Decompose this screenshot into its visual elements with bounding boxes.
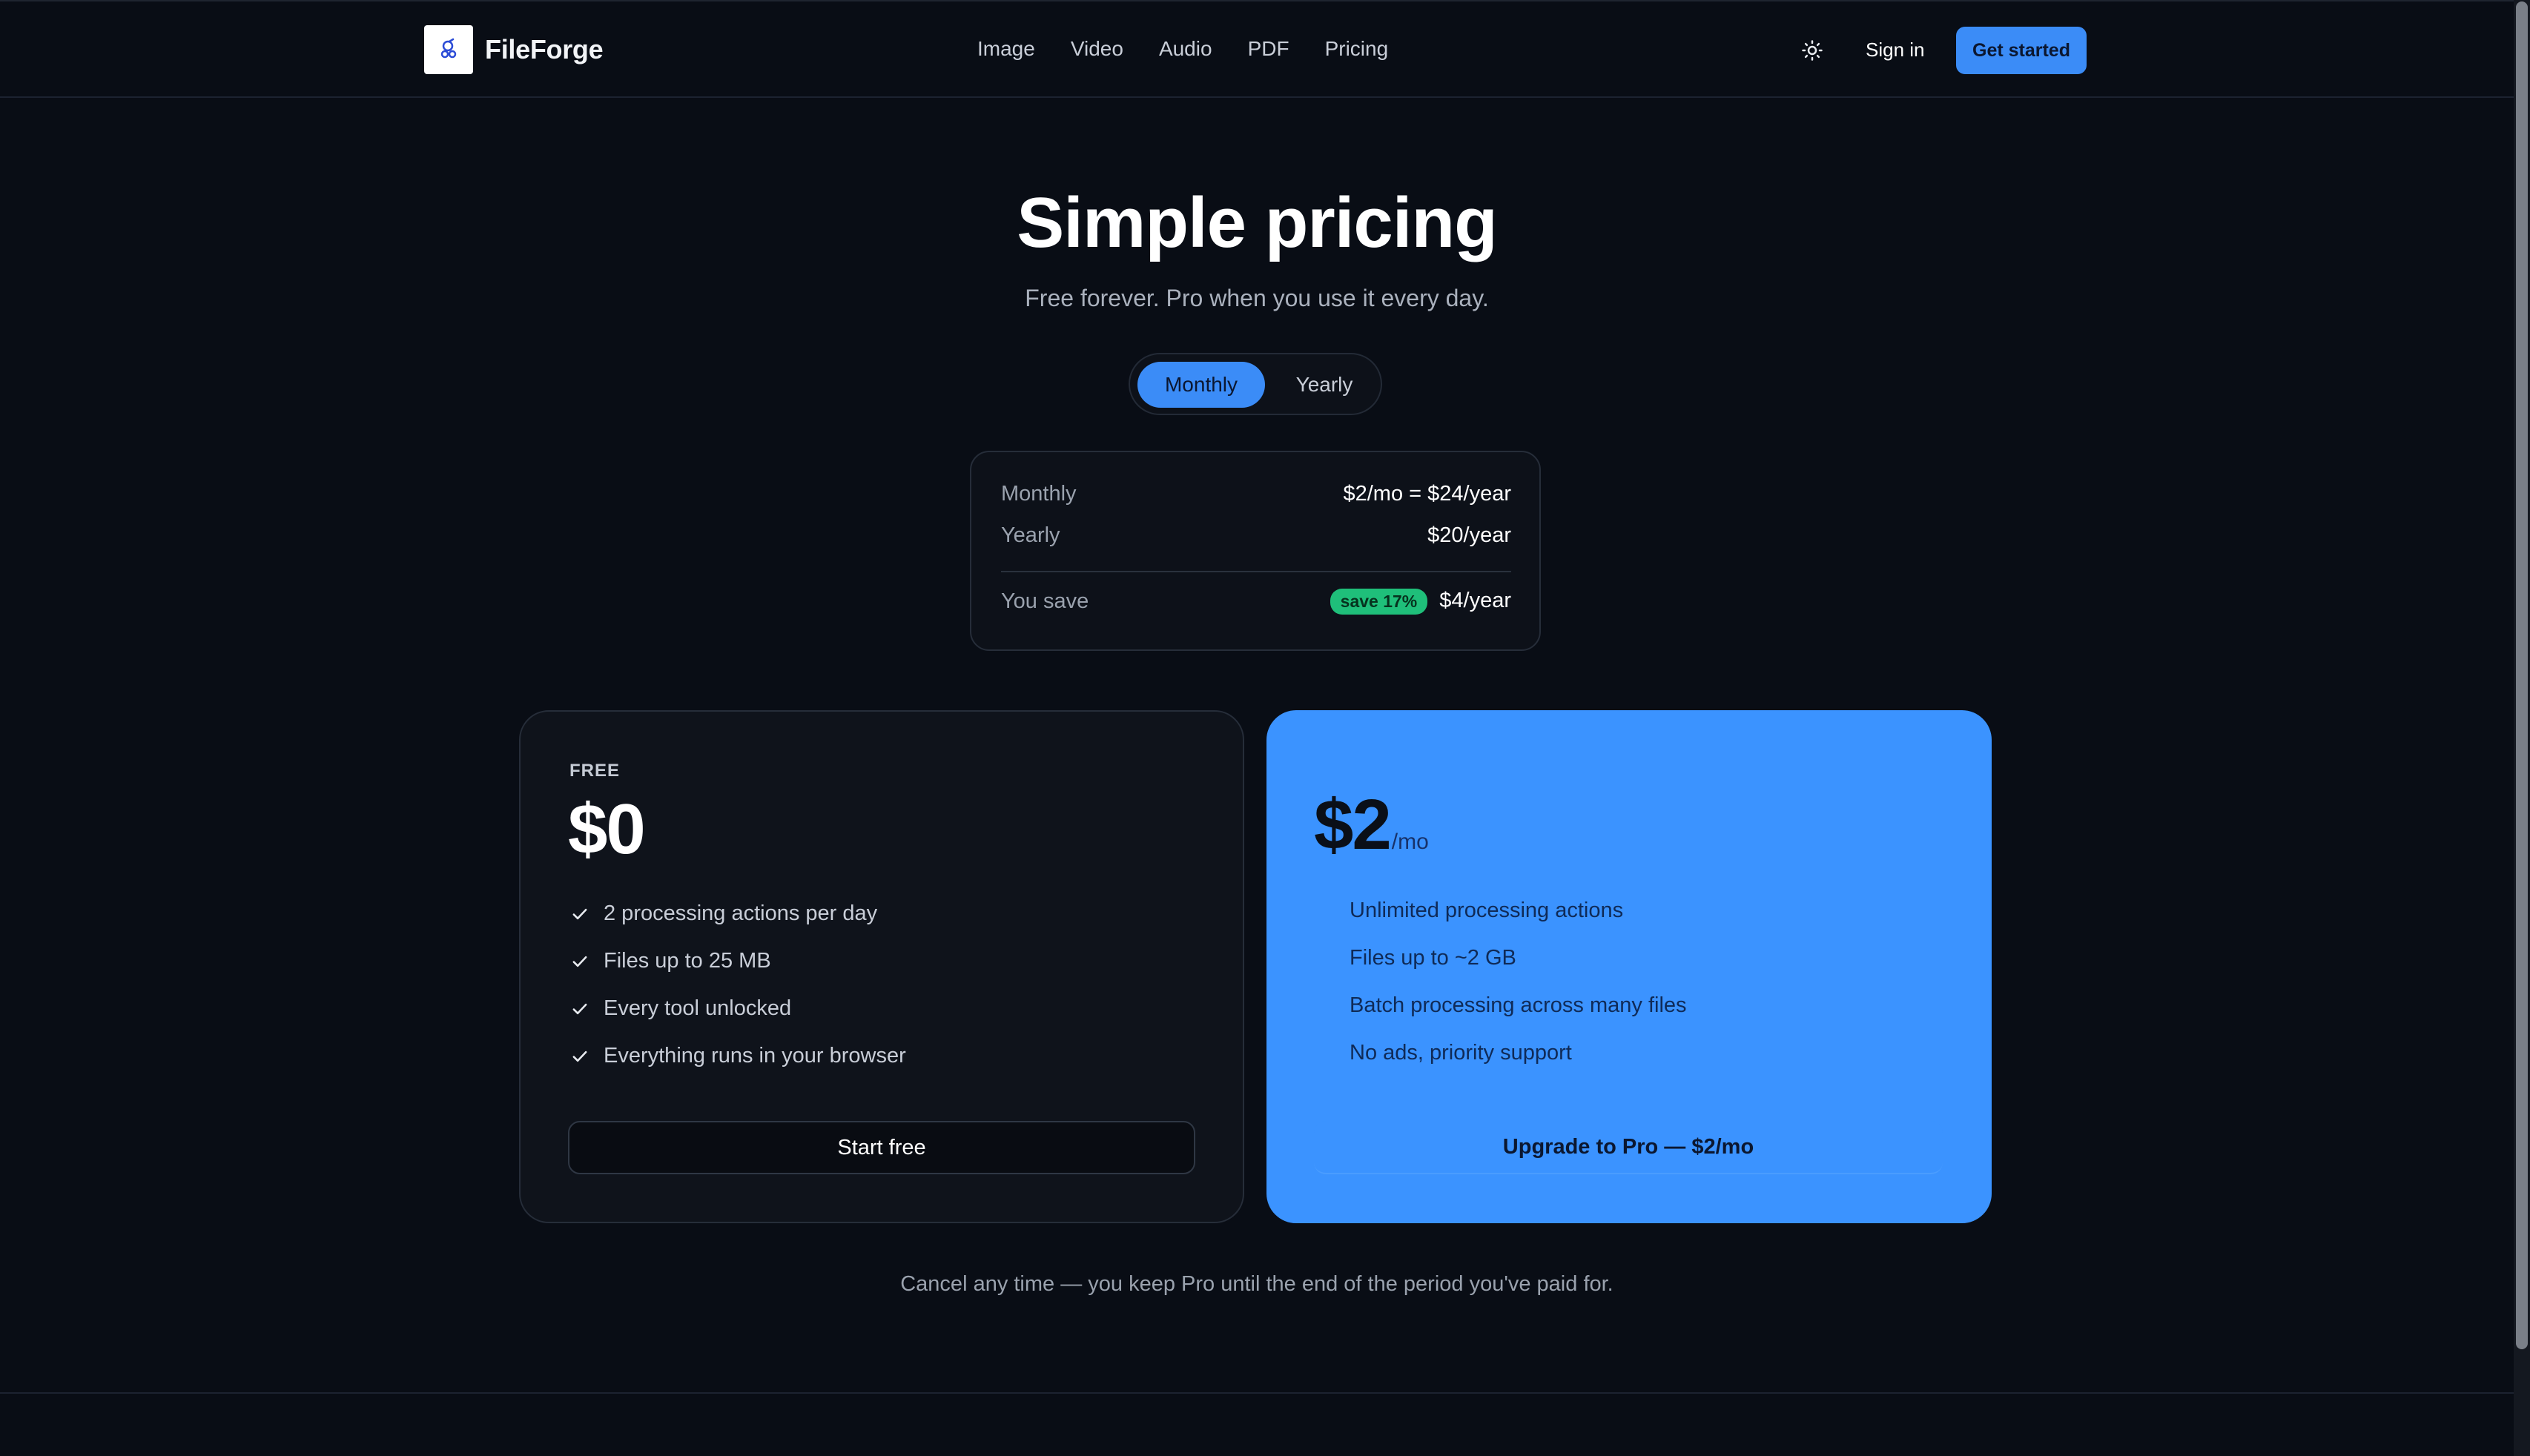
- plan-card-free: FREE $0 2 processing actions per day Fil…: [519, 710, 1244, 1223]
- plan-feature-text: Files up to 25 MB: [604, 949, 771, 973]
- price-comparison-box: Monthly $2/mo = $24/year Yearly $20/year…: [970, 451, 1541, 651]
- footer-divider: [0, 1392, 2514, 1394]
- comparison-label: Yearly: [1001, 523, 1060, 547]
- cancel-note: Cancel any time — you keep Pro until the…: [900, 1272, 1614, 1296]
- plan-feature-text: Files up to ~2 GB: [1350, 946, 1516, 970]
- check-icon: [572, 956, 587, 967]
- billing-option-yearly[interactable]: Yearly: [1272, 362, 1376, 408]
- nav-link-audio[interactable]: Audio: [1159, 37, 1212, 61]
- plan-price-unit: /mo: [1391, 830, 1429, 854]
- nav-link-pdf[interactable]: PDF: [1248, 37, 1289, 61]
- savings-group: save 17% $4/year: [1330, 589, 1511, 615]
- plan-feature-text: Every tool unlocked: [604, 996, 792, 1020]
- plan-card-pro: $2/mo Unlimited processing actions Files…: [1266, 710, 1992, 1223]
- divider: [1001, 571, 1511, 572]
- nav-link-video[interactable]: Video: [1071, 37, 1123, 61]
- comparison-row-savings: You save save 17% $4/year: [1001, 589, 1511, 615]
- pricing-page: FileForge Image Video Audio PDF Pricing …: [0, 0, 2530, 1456]
- check-icon: [572, 1050, 587, 1062]
- plan-feature: Everything runs in your browser: [569, 1044, 906, 1068]
- brand[interactable]: FileForge: [424, 25, 604, 74]
- scrollbar-thumb[interactable]: [2516, 1, 2528, 1349]
- plan-tier-label: FREE: [569, 761, 621, 781]
- nav-link-image[interactable]: Image: [977, 37, 1035, 61]
- plan-price: $2/mo: [1314, 784, 1429, 866]
- comparison-value: $2/mo = $24/year: [1343, 482, 1511, 506]
- plan-feature: Batch processing across many files: [1350, 993, 1687, 1018]
- upgrade-to-pro-button[interactable]: Upgrade to Pro — $2/mo: [1314, 1121, 1943, 1174]
- plan-price-amount: $2: [1314, 785, 1392, 864]
- nav-link-pricing[interactable]: Pricing: [1325, 37, 1389, 61]
- logo-icon: [424, 25, 473, 74]
- plan-feature: Files up to ~2 GB: [1350, 946, 1516, 970]
- savings-value: $4/year: [1439, 589, 1511, 613]
- billing-option-monthly[interactable]: Monthly: [1137, 362, 1265, 408]
- plan-feature-text: Batch processing across many files: [1350, 993, 1687, 1017]
- plan-feature: 2 processing actions per day: [569, 901, 877, 926]
- sun-icon: [1802, 40, 1823, 61]
- plan-feature-text: Unlimited processing actions: [1350, 899, 1624, 922]
- comparison-row-yearly: Yearly $20/year: [1001, 523, 1511, 548]
- billing-toggle: Monthly Yearly: [1129, 353, 1382, 415]
- plan-feature: Every tool unlocked: [569, 996, 791, 1021]
- main-nav: Image Video Audio PDF Pricing: [977, 37, 1424, 61]
- check-icon: [572, 1003, 587, 1014]
- page-title: Simple pricing: [1017, 183, 1497, 262]
- page-subtitle: Free forever. Pro when you use it every …: [1025, 285, 1489, 311]
- sign-in-link[interactable]: Sign in: [1866, 39, 1925, 62]
- check-icon: [572, 908, 587, 919]
- theme-toggle-button[interactable]: [1796, 34, 1829, 67]
- plan-feature: No ads, priority support: [1350, 1041, 1572, 1065]
- comparison-value: $20/year: [1427, 523, 1511, 547]
- save-badge: save 17%: [1330, 589, 1428, 615]
- plan-feature-text: Everything runs in your browser: [604, 1044, 906, 1068]
- plan-price: $0: [568, 790, 646, 869]
- plan-feature-text: 2 processing actions per day: [604, 901, 878, 925]
- plan-feature: Unlimited processing actions: [1350, 899, 1623, 923]
- get-started-button[interactable]: Get started: [1956, 27, 2087, 74]
- comparison-label: Monthly: [1001, 482, 1077, 506]
- comparison-row-monthly: Monthly $2/mo = $24/year: [1001, 482, 1511, 506]
- site-header: FileForge Image Video Audio PDF Pricing …: [0, 0, 2514, 98]
- plan-feature-text: No ads, priority support: [1350, 1041, 1572, 1065]
- start-free-button[interactable]: Start free: [568, 1121, 1195, 1174]
- savings-label: You save: [1001, 589, 1089, 613]
- plan-feature: Files up to 25 MB: [569, 949, 771, 973]
- brand-name: FileForge: [485, 34, 604, 64]
